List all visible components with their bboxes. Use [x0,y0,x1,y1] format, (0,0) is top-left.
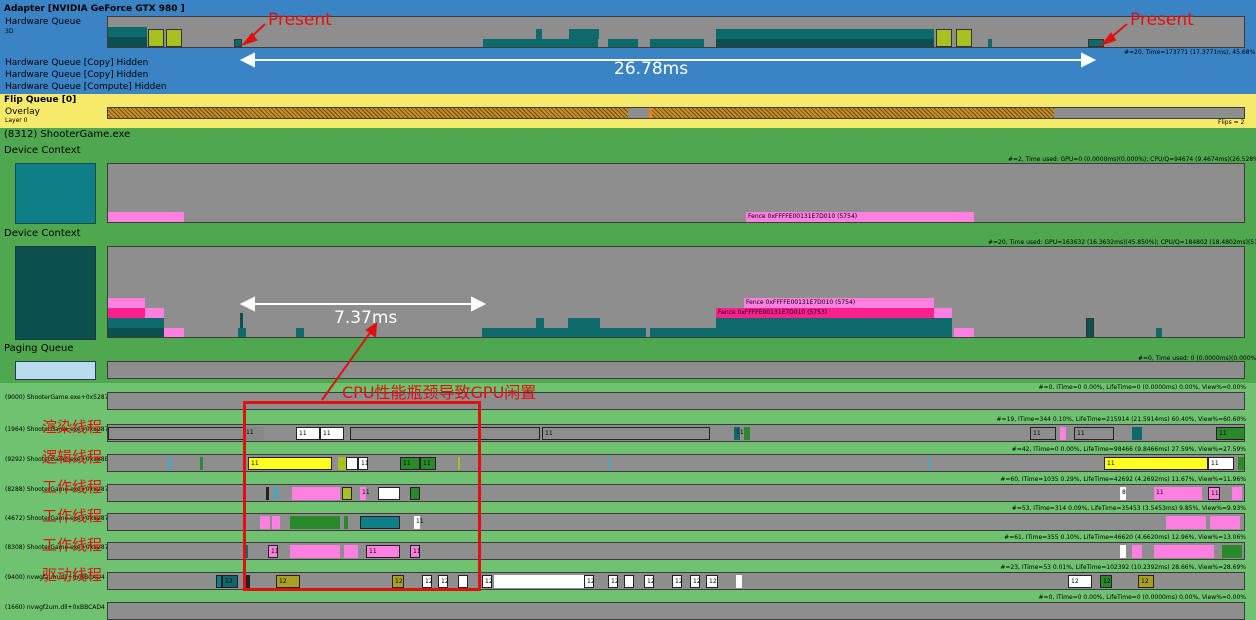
gap-time-label: 7.37ms [334,308,398,328]
present-arrows [239,23,1128,401]
bottleneck-label: CPU性能瓶颈导致GPU闲置 [342,383,537,402]
highlight-box [243,401,481,591]
frame-time-label: 26.78ms [614,59,689,79]
